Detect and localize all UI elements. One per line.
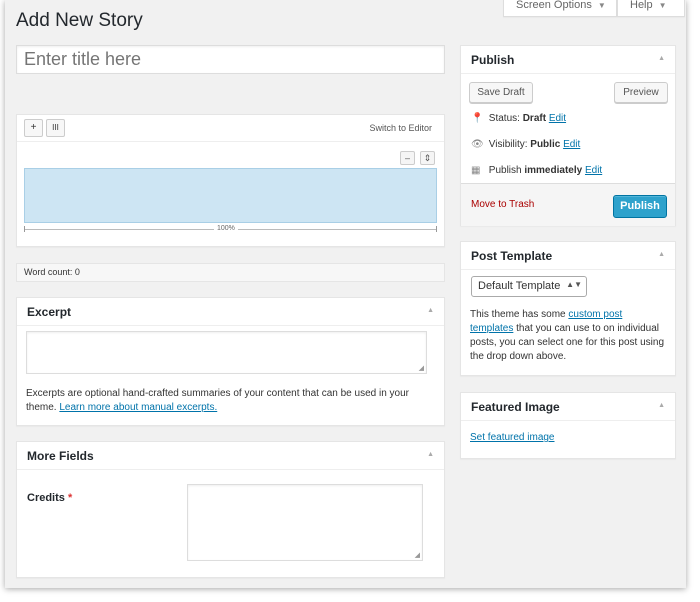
manual-excerpts-link[interactable]: Learn more about manual excerpts. <box>59 402 217 413</box>
admin-frame: Add New Story Screen Options ▼ Help ▼ + II… <box>5 0 686 588</box>
template-help-before: This theme has some <box>470 309 566 320</box>
edit-status-link[interactable]: Edit <box>549 113 566 124</box>
zoom-tick <box>24 226 25 232</box>
help-tab[interactable]: Help ▼ <box>617 0 685 17</box>
zoom-level: 100% <box>214 225 238 232</box>
post-template-header[interactable]: Post Template ▲ <box>461 242 675 270</box>
template-selected-value: Default Template <box>478 280 561 292</box>
edit-schedule-link[interactable]: Edit <box>585 165 602 176</box>
featured-image-heading: Featured Image <box>471 400 560 414</box>
collapse-arrow-icon[interactable]: ▲ <box>427 307 434 314</box>
editor-toolbar: + III Switch to Editor <box>17 115 444 142</box>
editor-content-area[interactable] <box>24 168 437 223</box>
zoom-tick <box>436 226 437 232</box>
collapse-arrow-icon[interactable]: ▲ <box>658 251 665 258</box>
screen-options-label: Screen Options <box>516 0 592 11</box>
edit-visibility-link[interactable]: Edit <box>563 139 580 150</box>
credits-label-text: Credits <box>27 492 65 504</box>
excerpt-header[interactable]: Excerpt ▲ <box>17 298 444 326</box>
preview-button[interactable]: Preview <box>614 82 668 103</box>
resize-handle-icon[interactable]: ⇕ <box>420 151 435 165</box>
excerpt-textarea[interactable]: ◢ <box>26 331 427 374</box>
schedule-value: immediately <box>524 165 583 176</box>
status-value: Draft <box>522 113 547 124</box>
more-fields-header[interactable]: More Fields ▲ <box>17 442 444 470</box>
required-mark: * <box>67 492 73 504</box>
columns-button[interactable]: III <box>46 119 65 137</box>
collapse-arrow-icon[interactable]: ▲ <box>427 451 434 458</box>
set-featured-image-wrap: Set featured image <box>470 431 555 445</box>
credits-label: Credits * <box>27 492 72 504</box>
add-block-button[interactable]: + <box>24 119 43 137</box>
visibility-label: Visibility: <box>488 139 528 150</box>
collapse-button[interactable]: – <box>400 151 415 165</box>
more-fields-heading: More Fields <box>27 449 94 463</box>
select-arrows-icon: ▲▼ <box>566 280 582 289</box>
schedule-row: ▦ Publish immediately Edit <box>471 165 602 176</box>
title-input[interactable] <box>16 45 445 74</box>
template-help: This theme has some custom post template… <box>470 308 668 364</box>
credits-textarea[interactable]: ◢ <box>187 484 423 561</box>
calendar-icon: ▦ <box>471 165 481 176</box>
resize-grip-icon[interactable]: ◢ <box>415 551 420 559</box>
featured-image-box: Featured Image ▲ Set featured image <box>460 392 676 459</box>
help-label: Help <box>630 0 653 11</box>
screen-options-tab[interactable]: Screen Options ▼ <box>503 0 617 17</box>
collapse-arrow-icon[interactable]: ▲ <box>658 55 665 62</box>
save-draft-button[interactable]: Save Draft <box>469 82 533 103</box>
excerpt-help: Excerpts are optional hand-crafted summa… <box>26 387 436 415</box>
set-featured-image-link[interactable]: Set featured image <box>470 432 555 443</box>
publish-box: Publish ▲ Save Draft Preview 📍 Status: D… <box>460 45 676 226</box>
schedule-label: Publish <box>488 165 522 176</box>
collapse-arrow-icon[interactable]: ▲ <box>658 402 665 409</box>
editor-box: + III Switch to Editor – ⇕ 100% <box>16 114 445 247</box>
post-template-box: Post Template ▲ Default Template ▲▼ This… <box>460 241 676 376</box>
excerpt-box: Excerpt ▲ ◢ Excerpts are optional hand-c… <box>16 297 445 426</box>
status-label: Status: <box>488 113 520 124</box>
move-to-trash-link[interactable]: Move to Trash <box>471 199 534 210</box>
resize-grip-icon[interactable]: ◢ <box>419 364 424 372</box>
eye-icon: 👁 <box>471 139 484 150</box>
excerpt-heading: Excerpt <box>27 305 72 319</box>
publish-button[interactable]: Publish <box>613 195 667 218</box>
page-title: Add New Story <box>16 10 143 31</box>
visibility-row: 👁 Visibility: Public Edit <box>471 139 580 150</box>
pin-icon: 📍 <box>471 113 484 124</box>
publish-heading: Publish <box>471 53 515 67</box>
status-row: 📍 Status: Draft Edit <box>471 113 566 124</box>
publish-actions: Move to Trash Publish <box>461 183 675 226</box>
word-count: Word count: 0 <box>16 263 445 282</box>
featured-image-header[interactable]: Featured Image ▲ <box>461 393 675 421</box>
template-select[interactable]: Default Template ▲▼ <box>471 276 587 297</box>
more-fields-box: More Fields ▲ Credits * ◢ <box>16 441 445 578</box>
caret-down-icon: ▼ <box>597 1 606 10</box>
post-template-heading: Post Template <box>471 249 553 263</box>
publish-header[interactable]: Publish ▲ <box>461 46 675 74</box>
caret-down-icon: ▼ <box>658 1 667 10</box>
switch-to-editor-link[interactable]: Switch to Editor <box>369 123 432 133</box>
visibility-value: Public <box>530 139 561 150</box>
